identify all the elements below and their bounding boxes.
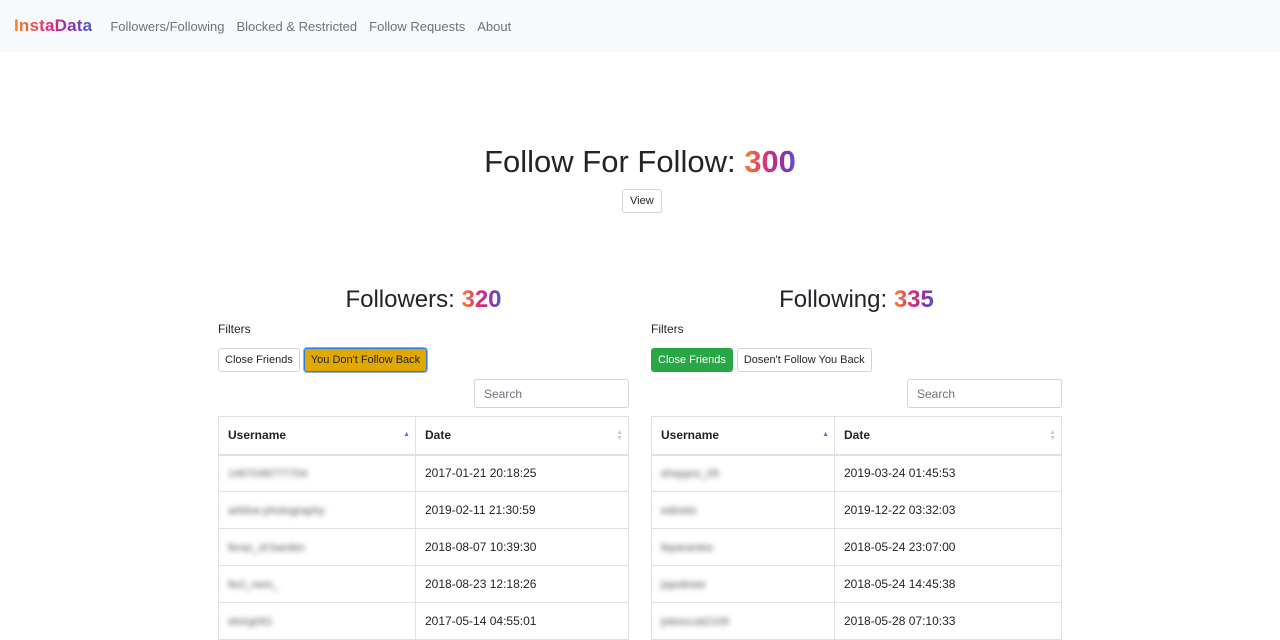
following-title: Following: 335	[651, 283, 1062, 317]
nav-link-followers-following[interactable]: Followers/Following	[110, 19, 224, 34]
followers-close-friends-button[interactable]: Close Friends	[218, 348, 300, 372]
sort-both-icon: ▲ ▼	[616, 429, 623, 442]
username-header-label: Username	[661, 428, 720, 443]
table-row: fecl_nem_ 2018-08-23 12:18:26	[218, 565, 629, 603]
date-header-label: Date	[425, 428, 452, 443]
following-title-label: Following:	[779, 286, 894, 313]
blurred-username: feraz_of.barden	[228, 542, 306, 554]
date-cell: 2018-05-24 23:07:00	[834, 528, 1062, 566]
table-row: edinelo 2019-12-22 03:32:03	[651, 491, 1062, 529]
followers-search-input[interactable]	[474, 379, 629, 408]
username-cell: ehaypro_05	[651, 454, 835, 492]
date-cell: 2018-05-24 14:45:38	[834, 565, 1062, 603]
table-header-row: Username ▲ Date ▲ ▼	[218, 416, 629, 456]
username-cell: jotesccat2109	[651, 602, 835, 640]
navbar: InstaData Followers/Following Blocked & …	[0, 0, 1280, 52]
username-cell: fecl_nem_	[218, 565, 416, 603]
followers-search-row	[218, 379, 629, 408]
username-cell: feparantes	[651, 528, 835, 566]
following-count: 335	[893, 286, 934, 313]
date-cell: 2018-05-28 07:10:33	[834, 602, 1062, 640]
date-cell: 2018-08-23 12:18:26	[415, 565, 629, 603]
following-filters-label: Filters	[651, 322, 684, 336]
table-header-row: Username ▲ Date ▲ ▼	[651, 416, 1062, 456]
blurred-username: jotesccat2109	[661, 616, 729, 628]
sort-both-icon: ▲ ▼	[1049, 429, 1056, 442]
blurred-username: 1467048777704	[228, 468, 308, 481]
following-table: Username ▲ Date ▲ ▼ ehaypro_05 2019-03-24 01…	[651, 416, 1062, 640]
blurred-username: edinelo	[661, 505, 697, 517]
follow-for-follow-count: 300	[744, 144, 796, 179]
blurred-username: fecl_nem_	[228, 579, 279, 591]
followers-filters-label: Filters	[218, 322, 251, 336]
blurred-username: elvirg091	[228, 616, 273, 628]
table-row: jopotinee 2018-05-24 14:45:38	[651, 565, 1062, 603]
username-cell: feraz_of.barden	[218, 528, 416, 566]
nav-link-about[interactable]: About	[477, 19, 511, 34]
nav-link-blocked-restricted[interactable]: Blocked & Restricted	[236, 19, 357, 34]
blurred-username: arktive.photography	[228, 505, 325, 517]
table-row: 1467048777704 2017-01-21 20:18:25	[218, 454, 629, 492]
followers-panel: Followers: 320 Filters Close Friends You…	[218, 283, 629, 640]
sort-ascending-icon: ▲	[403, 431, 410, 438]
following-close-friends-button[interactable]: Close Friends	[651, 348, 733, 372]
followers-table: Username ▲ Date ▲ ▼ 1467048777704 2017-01-21…	[218, 416, 629, 640]
blurred-username: feparantes	[661, 542, 713, 554]
username-header-label: Username	[228, 428, 287, 443]
table-row: jotesccat2109 2018-05-28 07:10:33	[651, 602, 1062, 640]
sort-ascending-icon: ▲	[822, 431, 829, 438]
username-column-header[interactable]: Username ▲	[218, 416, 416, 456]
username-cell: edinelo	[651, 491, 835, 529]
date-cell: 2018-08-07 10:39:30	[415, 528, 629, 566]
date-cell: 2017-05-14 04:55:01	[415, 602, 629, 640]
table-row: arktive.photography 2019-02-11 21:30:59	[218, 491, 629, 529]
date-cell: 2019-02-11 21:30:59	[415, 491, 629, 529]
username-cell: 1467048777704	[218, 454, 416, 492]
followers-title-label: Followers:	[345, 286, 462, 313]
date-cell: 2017-01-21 20:18:25	[415, 454, 629, 492]
username-column-header[interactable]: Username ▲	[651, 416, 835, 456]
date-column-header[interactable]: Date ▲ ▼	[834, 416, 1062, 456]
you-dont-follow-back-button[interactable]: You Don't Follow Back	[303, 348, 428, 372]
nav-link-follow-requests[interactable]: Follow Requests	[369, 19, 465, 34]
following-search-row	[651, 379, 1062, 408]
blurred-username: ehaypro_05	[661, 468, 720, 481]
table-row: feraz_of.barden 2018-08-07 10:39:30	[218, 528, 629, 566]
username-cell: jopotinee	[651, 565, 835, 603]
view-button[interactable]: View	[622, 189, 662, 213]
date-column-header[interactable]: Date ▲ ▼	[415, 416, 629, 456]
blurred-username: jopotinee	[661, 579, 706, 591]
following-search-input[interactable]	[907, 379, 1062, 408]
followers-filter-buttons: Close Friends You Don't Follow Back	[218, 348, 629, 372]
date-cell: 2019-12-22 03:32:03	[834, 491, 1062, 529]
follow-for-follow-label: Follow For Follow:	[484, 144, 745, 179]
username-cell: arktive.photography	[218, 491, 416, 529]
follow-for-follow-heading: Follow For Follow: 300	[0, 144, 1280, 180]
following-filter-buttons: Close Friends Dosen't Follow You Back	[651, 348, 1062, 372]
table-row: feparantes 2018-05-24 23:07:00	[651, 528, 1062, 566]
date-cell: 2019-03-24 01:45:53	[834, 454, 1062, 492]
table-row: ehaypro_05 2019-03-24 01:45:53	[651, 454, 1062, 492]
following-panel: Following: 335 Filters Close Friends Dos…	[651, 283, 1062, 640]
date-header-label: Date	[844, 428, 871, 443]
username-cell: elvirg091	[218, 602, 416, 640]
brand-logo[interactable]: InstaData	[14, 16, 92, 36]
doesnt-follow-you-back-button[interactable]: Dosen't Follow You Back	[736, 348, 872, 372]
followers-count: 320	[461, 286, 502, 313]
table-row: elvirg091 2017-05-14 04:55:01	[218, 602, 629, 640]
followers-title: Followers: 320	[218, 283, 629, 317]
